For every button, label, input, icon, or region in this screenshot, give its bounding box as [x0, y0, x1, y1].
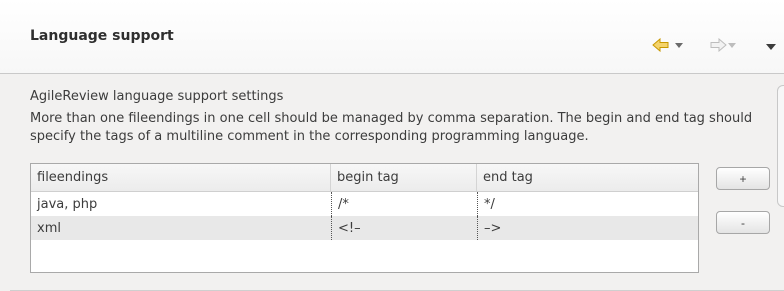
cell-fileendings[interactable]: xml [31, 216, 331, 240]
cell-end-tag[interactable]: –> [477, 216, 698, 240]
table-header: fileendings begin tag end tag [31, 164, 698, 192]
table-row[interactable]: xml <!– –> [31, 216, 698, 240]
forward-dropdown-icon[interactable] [727, 40, 737, 50]
remove-row-button[interactable]: - [716, 211, 770, 234]
cell-end-tag[interactable]: */ [477, 192, 698, 216]
column-header-begin-tag[interactable]: begin tag [331, 164, 477, 191]
column-header-end-tag[interactable]: end tag [477, 164, 698, 191]
side-panel-edge [777, 85, 784, 207]
page-title: Language support [30, 28, 174, 44]
column-header-fileendings[interactable]: fileendings [31, 164, 331, 191]
forward-arrow-icon[interactable] [705, 38, 727, 52]
table-row[interactable]: java, php /* */ [31, 192, 698, 216]
add-row-button[interactable]: + [716, 167, 770, 190]
back-nav[interactable] [652, 38, 684, 52]
cell-begin-tag[interactable]: /* [331, 192, 477, 216]
back-arrow-icon[interactable] [652, 38, 674, 52]
page-header: Language support [0, 0, 784, 74]
cell-fileendings[interactable]: java, php [31, 192, 331, 216]
forward-nav[interactable] [705, 38, 737, 52]
cell-begin-tag[interactable]: <!– [331, 216, 477, 240]
view-menu-icon[interactable] [765, 40, 777, 54]
section-label: AgileReview language support settings [30, 89, 284, 104]
language-table[interactable]: fileendings begin tag end tag java, php … [30, 163, 699, 273]
description-text: More than one fileendings in one cell sh… [30, 111, 753, 144]
back-dropdown-icon[interactable] [674, 40, 684, 50]
